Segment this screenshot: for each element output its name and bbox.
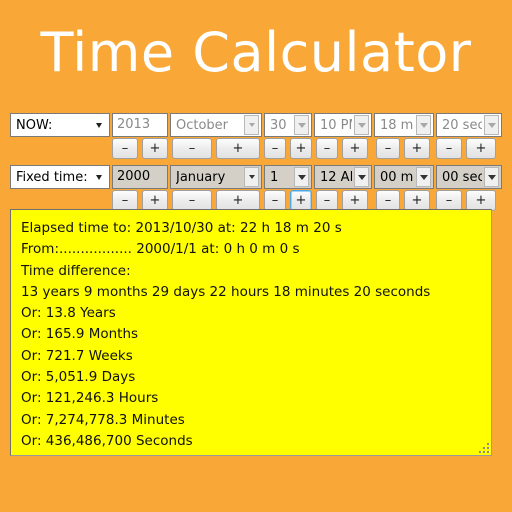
now-year-plus-button[interactable]: + <box>142 138 168 159</box>
mode-select-label: Fixed time: <box>16 169 88 185</box>
result-line: 13 years 9 months 29 days 22 hours 18 mi… <box>21 283 431 300</box>
now-hour-select[interactable]: 10 PM <box>314 113 372 137</box>
fixed-year-plus-button[interactable]: + <box>142 190 168 211</box>
result-line: Or: 721.7 Weeks <box>21 347 133 364</box>
result-line: Or: 5,051.9 Days <box>21 369 136 386</box>
now-month-plus-button[interactable]: + <box>216 138 260 159</box>
resize-grip-icon[interactable] <box>476 440 489 453</box>
fixed-hour-minus-button[interactable]: – <box>316 190 338 211</box>
result-textarea[interactable]: Elapsed time to: 2013/10/30 at: 22 h 18 … <box>10 209 492 456</box>
result-line: Or: 13.8 Years <box>21 305 116 322</box>
now-day-minus-button[interactable]: – <box>264 138 286 159</box>
fixed-month-value: January <box>176 169 226 185</box>
page-title: Time Calculator <box>40 21 472 84</box>
now-second-select[interactable]: 20 sec <box>436 113 502 137</box>
result-line: From:................. 2000/1/1 at: 0 h … <box>21 241 300 258</box>
fixed-minute-plus-button[interactable]: + <box>404 190 430 211</box>
fixed-year-value: 2000 <box>112 165 168 189</box>
chevron-down-icon <box>96 174 102 180</box>
fixed-minute-select[interactable]: 00 min <box>374 165 434 189</box>
now-minute-value: 18 min <box>380 117 414 133</box>
now-hour-minus-button[interactable]: – <box>316 138 338 159</box>
now-day-value: 30 <box>270 117 287 133</box>
now-month-select[interactable]: October <box>170 113 262 137</box>
now-month-minus-button[interactable]: – <box>172 138 212 159</box>
fixed-second-plus-button[interactable]: + <box>466 190 496 211</box>
fixed-hour-select[interactable]: 12 AM <box>314 165 372 189</box>
now-minute-minus-button[interactable]: – <box>376 138 400 159</box>
fixed-row: Fixed time: 2000 January 1 12 AM 00 min 00 sec <box>0 165 512 189</box>
now-day-select[interactable]: 30 <box>264 113 312 137</box>
result-line: Or: 121,246.3 Hours <box>21 390 159 407</box>
result-line: Elapsed time to: 2013/10/30 at: 22 h 18 … <box>21 220 342 236</box>
fixed-hour-value: 12 AM <box>320 169 352 185</box>
now-minute-plus-button[interactable]: + <box>404 138 430 159</box>
chevron-down-icon <box>294 115 309 135</box>
chevron-down-icon <box>484 115 499 135</box>
now-second-minus-button[interactable]: – <box>436 138 462 159</box>
now-button-row: – + – + – + – + – + – + <box>0 138 512 160</box>
now-year-value: 2013 <box>112 113 168 137</box>
fixed-minute-minus-button[interactable]: – <box>376 190 400 211</box>
now-hour-plus-button[interactable]: + <box>342 138 368 159</box>
now-day-plus-button[interactable]: + <box>290 138 312 159</box>
now-second-plus-button[interactable]: + <box>466 138 496 159</box>
now-month-value: October <box>176 117 229 133</box>
now-year-input[interactable]: 2013 <box>112 113 168 137</box>
chevron-down-icon <box>96 122 102 128</box>
fixed-second-minus-button[interactable]: – <box>436 190 462 211</box>
fixed-hour-plus-button[interactable]: + <box>342 190 368 211</box>
result-line: Time difference: <box>21 262 131 279</box>
fixed-day-minus-button[interactable]: – <box>264 190 286 211</box>
fixed-day-select[interactable]: 1 <box>264 165 312 189</box>
chevron-down-icon <box>244 115 259 135</box>
fixed-month-minus-button[interactable]: – <box>172 190 212 211</box>
now-row: NOW: 2013 October 30 10 PM 18 min 20 sec <box>0 113 512 137</box>
mode-select-fixed[interactable]: Fixed time: <box>10 165 110 189</box>
fixed-day-value: 1 <box>270 169 279 185</box>
mode-select-label: NOW: <box>16 117 53 133</box>
chevron-down-icon <box>294 167 309 187</box>
fixed-month-plus-button[interactable]: + <box>216 190 260 211</box>
result-lines: Elapsed time to: 2013/10/30 at: 22 h 18 … <box>21 218 481 452</box>
fixed-minute-value: 00 min <box>380 169 414 185</box>
chevron-down-icon <box>354 167 369 187</box>
mode-select-now[interactable]: NOW: <box>10 113 110 137</box>
fixed-second-value: 00 sec <box>442 169 482 185</box>
chevron-down-icon <box>354 115 369 135</box>
result-line: Or: 436,486,700 Seconds <box>21 432 193 449</box>
fixed-year-minus-button[interactable]: – <box>112 190 138 211</box>
chevron-down-icon <box>416 167 431 187</box>
chevron-down-icon <box>244 167 259 187</box>
fixed-month-select[interactable]: January <box>170 165 262 189</box>
now-minute-select[interactable]: 18 min <box>374 113 434 137</box>
now-year-minus-button[interactable]: – <box>112 138 138 159</box>
result-line: Or: 7,274,778.3 Minutes <box>21 411 185 428</box>
fixed-year-input[interactable]: 2000 <box>112 165 168 189</box>
fixed-second-select[interactable]: 00 sec <box>436 165 502 189</box>
result-line: Or: 165.9 Months <box>21 326 139 343</box>
now-hour-value: 10 PM <box>320 117 352 133</box>
chevron-down-icon <box>416 115 431 135</box>
chevron-down-icon <box>484 167 499 187</box>
fixed-day-plus-button[interactable]: + <box>290 190 312 211</box>
now-second-value: 20 sec <box>442 117 482 133</box>
